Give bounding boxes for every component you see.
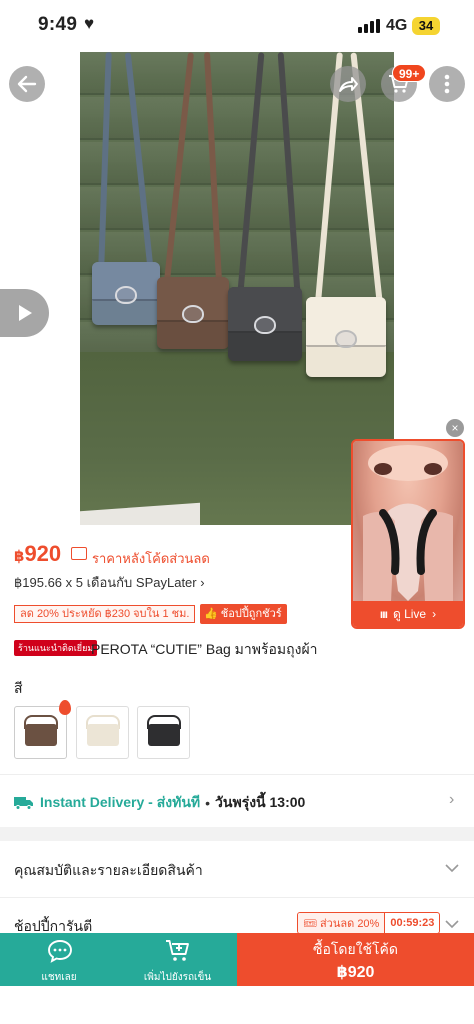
bag-cream [306, 297, 386, 377]
ticket-icon: 🎟 [303, 917, 317, 930]
more-icon [444, 74, 450, 94]
product-title: PEROTA “CUTIE” Bag มาพร้อมถุงผ้า [91, 641, 318, 657]
chevron-right-icon: › [449, 791, 455, 808]
variant-swatch-black[interactable] [137, 706, 190, 759]
battery-level: 34 [412, 17, 440, 35]
add-to-cart-button[interactable]: เพิ่มไปยังรถเข็น [118, 933, 237, 986]
product-page: { "status_bar": { "time": "9:49", "heart… [0, 0, 474, 1024]
share-button[interactable] [330, 66, 366, 102]
live-preview [353, 441, 463, 601]
back-arrow-icon [17, 75, 37, 93]
chevron-right-icon: › [200, 575, 205, 590]
status-time: 9:49 [38, 14, 78, 35]
divider [0, 774, 474, 775]
section-gap [0, 827, 474, 841]
network-type: 4G [386, 17, 408, 34]
delivery-time: วันพรุ่งนี้ 13:00 [215, 794, 306, 810]
cart-count-badge: 99+ [392, 64, 427, 82]
buy-price: ฿920 [336, 964, 375, 981]
recommend-badge: ร้านแนะนำติดเยี่ยม [14, 640, 98, 656]
guarantee-tag[interactable]: 👍 ช้อปปี้ถูกชัวร์ [200, 604, 287, 624]
promo-tag: ลด 20% ประหยัด ฿230 จบใน 1 ชม. [14, 605, 196, 623]
bottom-action-bar: แชทเลย เพิ่มไปยังรถเข็น ซื้อโดยใช้โค้ด ฿… [0, 933, 474, 986]
live-label: ดู Live [392, 606, 427, 621]
heart-icon: ♥ [84, 14, 95, 33]
buy-with-code-button[interactable]: ซื้อโดยใช้โค้ด ฿920 [237, 933, 474, 986]
flash-discount-timer: 🎟 ส่วนลด 20% 00:59:23 [297, 912, 441, 934]
product-price: ฿920 [14, 541, 62, 566]
live-bars-icon: ııı [379, 607, 388, 621]
back-button[interactable] [9, 66, 45, 102]
chevron-down-icon[interactable] [445, 920, 459, 929]
play-icon [18, 305, 32, 321]
separator-dot: • [205, 795, 211, 811]
delivery-label: Instant Delivery - ส่งทันที [40, 794, 201, 810]
signal-icon [358, 19, 380, 33]
share-icon [339, 77, 358, 92]
specs-section-title[interactable]: คุณสมบัติและรายละเอียดสินค้า [14, 860, 203, 882]
delivery-row[interactable]: Instant Delivery - ส่งทันที • วันพรุ่งนี… [14, 792, 305, 814]
chat-label: แชทเลย [41, 972, 77, 983]
add-to-cart-label: เพิ่มไปยังรถเข็น [143, 972, 212, 983]
status-bar: 9:49 ♥ 4G 34 [0, 0, 474, 52]
after-code-label[interactable]: ราคาหลังโค้ดส่วนลด [92, 548, 210, 569]
chevron-right-icon: › [432, 607, 437, 621]
hot-flame-icon [59, 700, 71, 715]
divider [0, 897, 474, 898]
countdown-timer: 00:59:23 [390, 917, 435, 929]
thumbs-up-icon: 👍 [204, 608, 218, 620]
spaylater-installment[interactable]: ฿195.66 x 5 เดือนกับ SPayLater › [14, 572, 205, 593]
product-image[interactable] [80, 52, 394, 525]
chat-button[interactable]: แชทเลย [0, 933, 118, 986]
live-watch-button[interactable]: ııı ดู Live › [353, 601, 463, 627]
buy-label: ซื้อโดยใช้โค้ด [312, 941, 399, 957]
bag-blue [92, 262, 160, 325]
variant-swatch-brown[interactable] [14, 706, 67, 759]
bag-brown [157, 277, 229, 349]
chat-icon [48, 940, 72, 963]
discount-label: 🎟 ส่วนลด 20% [298, 913, 386, 933]
bag-black [228, 287, 302, 361]
variant-label: สี [14, 680, 23, 696]
truck-icon [14, 797, 33, 810]
variant-swatch-cream[interactable] [76, 706, 129, 759]
live-close-button[interactable]: × [446, 419, 464, 437]
video-play-button[interactable] [0, 289, 49, 337]
coupon-icon [71, 547, 87, 560]
chevron-down-icon[interactable] [445, 864, 459, 873]
live-stream-widget[interactable]: ııı ดู Live › [351, 439, 465, 629]
more-button[interactable] [429, 66, 465, 102]
add-cart-icon [166, 940, 189, 961]
